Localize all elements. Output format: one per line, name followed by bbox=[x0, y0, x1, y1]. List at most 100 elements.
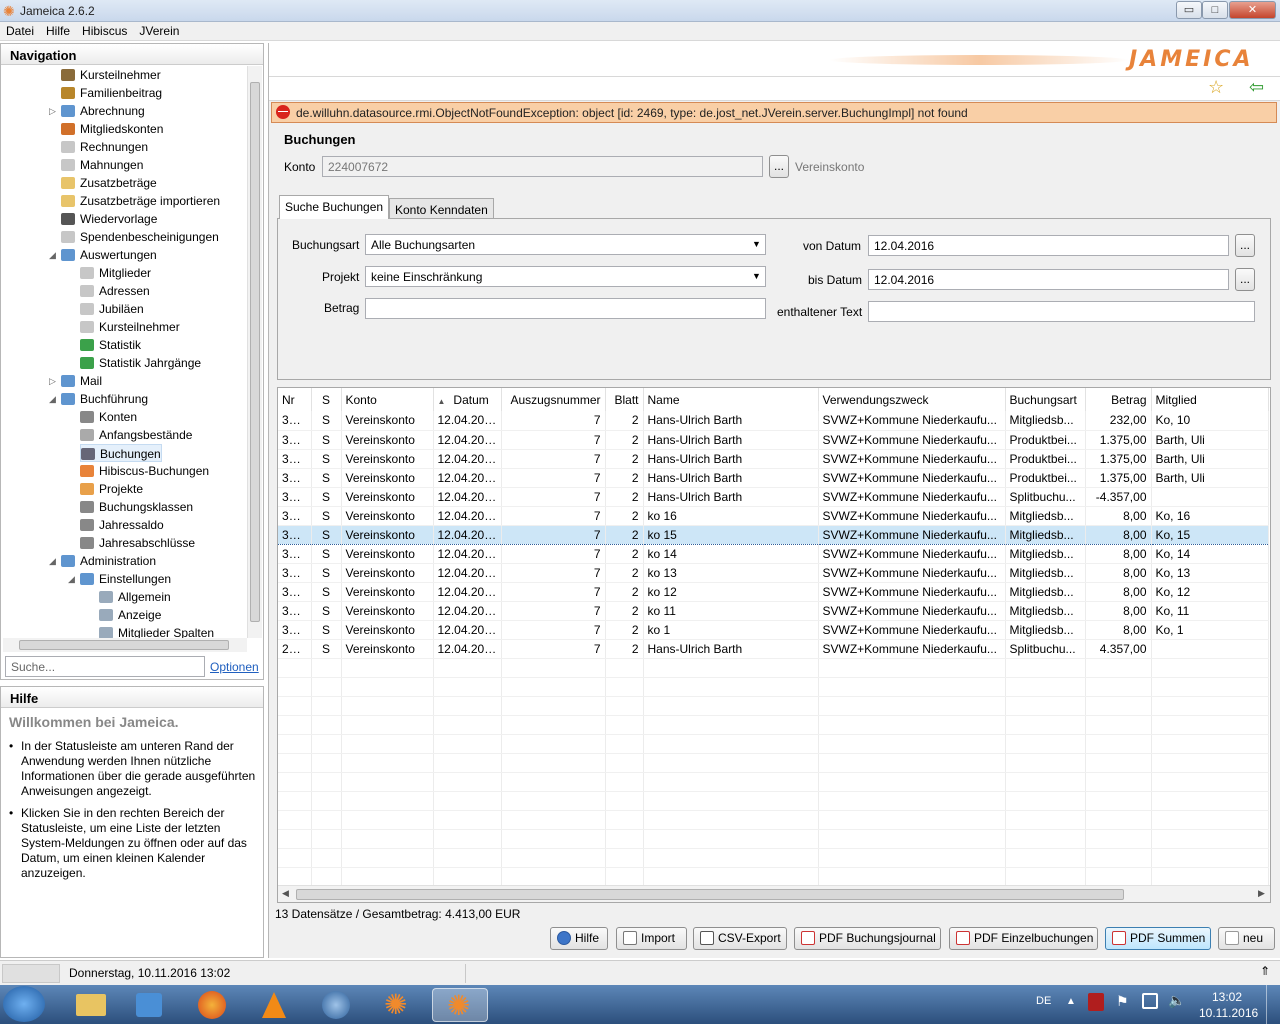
table-row[interactable]: 3635 S Vereinskonto 12.04.2016 7 2 Hans-Ulrich… bbox=[278, 449, 1269, 469]
expand-up-icon[interactable]: ⇑ bbox=[1260, 964, 1270, 978]
tree-expander-icon[interactable]: ◢ bbox=[49, 390, 56, 408]
tree-expander-icon[interactable]: ◢ bbox=[49, 552, 56, 570]
jameica-taskbar-icon[interactable]: ✺ bbox=[370, 988, 426, 1022]
menu-hilfe[interactable]: Hilfe bbox=[40, 22, 76, 40]
nav-item[interactable]: Rechnungen bbox=[61, 138, 148, 156]
column-header[interactable]: ▲ Datum bbox=[433, 388, 502, 411]
neu-button[interactable]: neu bbox=[1218, 927, 1275, 950]
buchungsart-select[interactable]: Alle Buchungsarten bbox=[365, 234, 766, 255]
nav-item[interactable]: Mitgliedskonten bbox=[61, 120, 163, 138]
import-button[interactable]: Import bbox=[616, 927, 687, 950]
table-row[interactable]: 3637 S Vereinskonto 12.04.2016 7 2 Hans-Ulrich… bbox=[278, 411, 1269, 431]
nav-item[interactable]: Konten bbox=[80, 408, 137, 426]
show-desktop-button[interactable] bbox=[1266, 985, 1280, 1024]
von-datum-picker-button[interactable]: ... bbox=[1235, 234, 1255, 257]
nav-item[interactable]: Familienbeitrag bbox=[61, 84, 162, 102]
nav-item[interactable]: Mahnungen bbox=[61, 156, 143, 174]
column-header[interactable]: Nr bbox=[278, 388, 312, 411]
nav-item[interactable]: Spendenbescheinigungen bbox=[61, 228, 219, 246]
explorer-taskbar-icon[interactable] bbox=[62, 988, 118, 1022]
nav-item[interactable]: Kursteilnehmer bbox=[80, 318, 180, 336]
table-row[interactable]: 3633 S Vereinskonto 12.04.2016 7 2 Hans-Ulrich… bbox=[278, 487, 1269, 507]
nav-item[interactable]: Projekte bbox=[80, 480, 143, 498]
nav-item[interactable]: Administration bbox=[61, 552, 156, 570]
konto-field[interactable]: 224007672 bbox=[322, 156, 763, 177]
scroll-left-icon[interactable]: ◀ bbox=[282, 888, 289, 899]
nav-item[interactable]: Einstellungen bbox=[80, 570, 171, 588]
scroll-thumb[interactable] bbox=[19, 640, 229, 650]
table-row[interactable]: 2212 S Vereinskonto 12.04.2016 7 2 Hans-Ulrich… bbox=[278, 639, 1269, 659]
volume-tray-icon[interactable]: 🔈 bbox=[1168, 992, 1185, 1009]
csv-export-button[interactable]: CSV-Export bbox=[693, 927, 787, 950]
show-hidden-icons[interactable]: ▲ bbox=[1066, 996, 1076, 1007]
nav-item[interactable]: Statistik Jahrgänge bbox=[80, 354, 201, 372]
nav-item[interactable]: Anfangsbestände bbox=[80, 426, 192, 444]
table-row[interactable]: 3625 S Vereinskonto 12.04.2016 7 2 ko 13 SVWZ+K… bbox=[278, 563, 1269, 583]
clock-time[interactable]: 13:02 bbox=[1212, 990, 1242, 1004]
pdf-buchungsjournal-button[interactable]: PDF Buchungsjournal bbox=[794, 927, 941, 950]
nav-item[interactable]: Anzeige bbox=[99, 606, 161, 624]
scroll-thumb[interactable] bbox=[250, 82, 260, 622]
table-row[interactable]: 3626 S Vereinskonto 12.04.2016 7 2 ko 14 SVWZ+K… bbox=[278, 544, 1269, 564]
vlc-taskbar-icon[interactable] bbox=[246, 988, 302, 1022]
nav-item[interactable]: Jahresabschlüsse bbox=[80, 534, 195, 552]
projekt-select[interactable]: keine Einschränkung bbox=[365, 266, 766, 287]
nav-item[interactable]: Buchführung bbox=[61, 390, 148, 408]
menu-jverein[interactable]: JVerein bbox=[133, 22, 185, 40]
thunderbird-taskbar-icon[interactable] bbox=[308, 988, 364, 1022]
table-row[interactable]: 3634 S Vereinskonto 12.04.2016 7 2 Hans-Ulrich… bbox=[278, 468, 1269, 488]
konto-select-button[interactable]: ... bbox=[769, 155, 789, 178]
column-header[interactable]: Konto bbox=[341, 388, 434, 411]
nav-item[interactable]: Allgemein bbox=[99, 588, 171, 606]
menu-datei[interactable]: Datei bbox=[0, 22, 40, 40]
column-header[interactable]: S bbox=[311, 388, 342, 411]
column-header[interactable]: Betrag bbox=[1085, 388, 1152, 411]
nav-item[interactable]: Kursteilnehmer bbox=[61, 66, 161, 84]
scroll-right-icon[interactable]: ▶ bbox=[1258, 888, 1265, 899]
tree-expander-icon[interactable]: ▷ bbox=[49, 372, 56, 390]
search-input[interactable]: Suche... bbox=[5, 656, 205, 677]
nav-item[interactable]: Abrechnung bbox=[61, 102, 145, 120]
table-row[interactable]: 3627 S Vereinskonto 12.04.2016 7 2 ko 15 SVWZ+K… bbox=[278, 524, 1269, 545]
tree-horizontal-scrollbar[interactable] bbox=[3, 638, 247, 652]
language-indicator[interactable]: DE bbox=[1036, 995, 1051, 1007]
nav-item[interactable]: Zusatzbeträge bbox=[61, 174, 157, 192]
nav-item[interactable]: Hibiscus-Buchungen bbox=[80, 462, 209, 480]
media-player-taskbar-icon[interactable] bbox=[122, 988, 178, 1022]
flag-tray-icon[interactable]: ⚑ bbox=[1116, 993, 1129, 1010]
table-row[interactable]: 3636 S Vereinskonto 12.04.2016 7 2 Hans-Ulrich… bbox=[278, 430, 1269, 450]
column-header[interactable]: Mitglied bbox=[1151, 388, 1269, 411]
clock-date[interactable]: 10.11.2016 bbox=[1199, 1006, 1258, 1020]
options-link[interactable]: Optionen bbox=[210, 660, 259, 674]
column-header[interactable]: Blatt bbox=[605, 388, 644, 411]
start-button[interactable] bbox=[3, 986, 45, 1022]
maximize-button[interactable]: □ bbox=[1202, 1, 1228, 19]
acrobat-tray-icon[interactable] bbox=[1088, 993, 1104, 1011]
bookmark-star-icon[interactable]: ☆ bbox=[1208, 77, 1224, 98]
von-datum-input[interactable]: 12.04.2016 bbox=[868, 235, 1229, 256]
tree-expander-icon[interactable]: ▷ bbox=[49, 102, 56, 120]
column-header[interactable]: Auszugsnummer bbox=[501, 388, 606, 411]
nav-item[interactable]: Jahressaldo bbox=[80, 516, 164, 534]
tab-suche-buchungen[interactable]: Suche Buchungen bbox=[279, 195, 390, 219]
table-row[interactable]: 3623 S Vereinskonto 12.04.2016 7 2 ko 11 SVWZ+K… bbox=[278, 601, 1269, 621]
back-arrow-icon[interactable]: ⇦ bbox=[1249, 77, 1264, 98]
table-horizontal-scrollbar[interactable]: ◀ ▶ bbox=[278, 885, 1270, 902]
hilfe-button[interactable]: Hilfe bbox=[550, 927, 608, 950]
scroll-thumb[interactable] bbox=[296, 889, 1124, 900]
column-header[interactable]: Name bbox=[643, 388, 819, 411]
nav-item[interactable]: Auswertungen bbox=[61, 246, 157, 264]
pdf-summen-button[interactable]: PDF Summen bbox=[1105, 927, 1211, 950]
minimize-button[interactable]: ▭ bbox=[1176, 1, 1202, 19]
tree-expander-icon[interactable]: ◢ bbox=[68, 570, 75, 588]
nav-item[interactable]: Adressen bbox=[80, 282, 150, 300]
nav-item[interactable]: Wiedervorlage bbox=[61, 210, 157, 228]
nav-item[interactable]: Mail bbox=[61, 372, 102, 390]
table-row[interactable]: 3628 S Vereinskonto 12.04.2016 7 2 ko 16 SVWZ+K… bbox=[278, 506, 1269, 526]
network-tray-icon[interactable] bbox=[1142, 993, 1158, 1009]
tree-expander-icon[interactable]: ◢ bbox=[49, 246, 56, 264]
table-row[interactable]: 3622 S Vereinskonto 12.04.2016 7 2 ko 1 SVWZ+Ko… bbox=[278, 620, 1269, 640]
nav-item[interactable]: Mitglieder Spalten bbox=[99, 624, 214, 638]
betrag-input[interactable] bbox=[365, 298, 766, 319]
pdf-einzelbuchungen-button[interactable]: PDF Einzelbuchungen bbox=[949, 927, 1098, 950]
